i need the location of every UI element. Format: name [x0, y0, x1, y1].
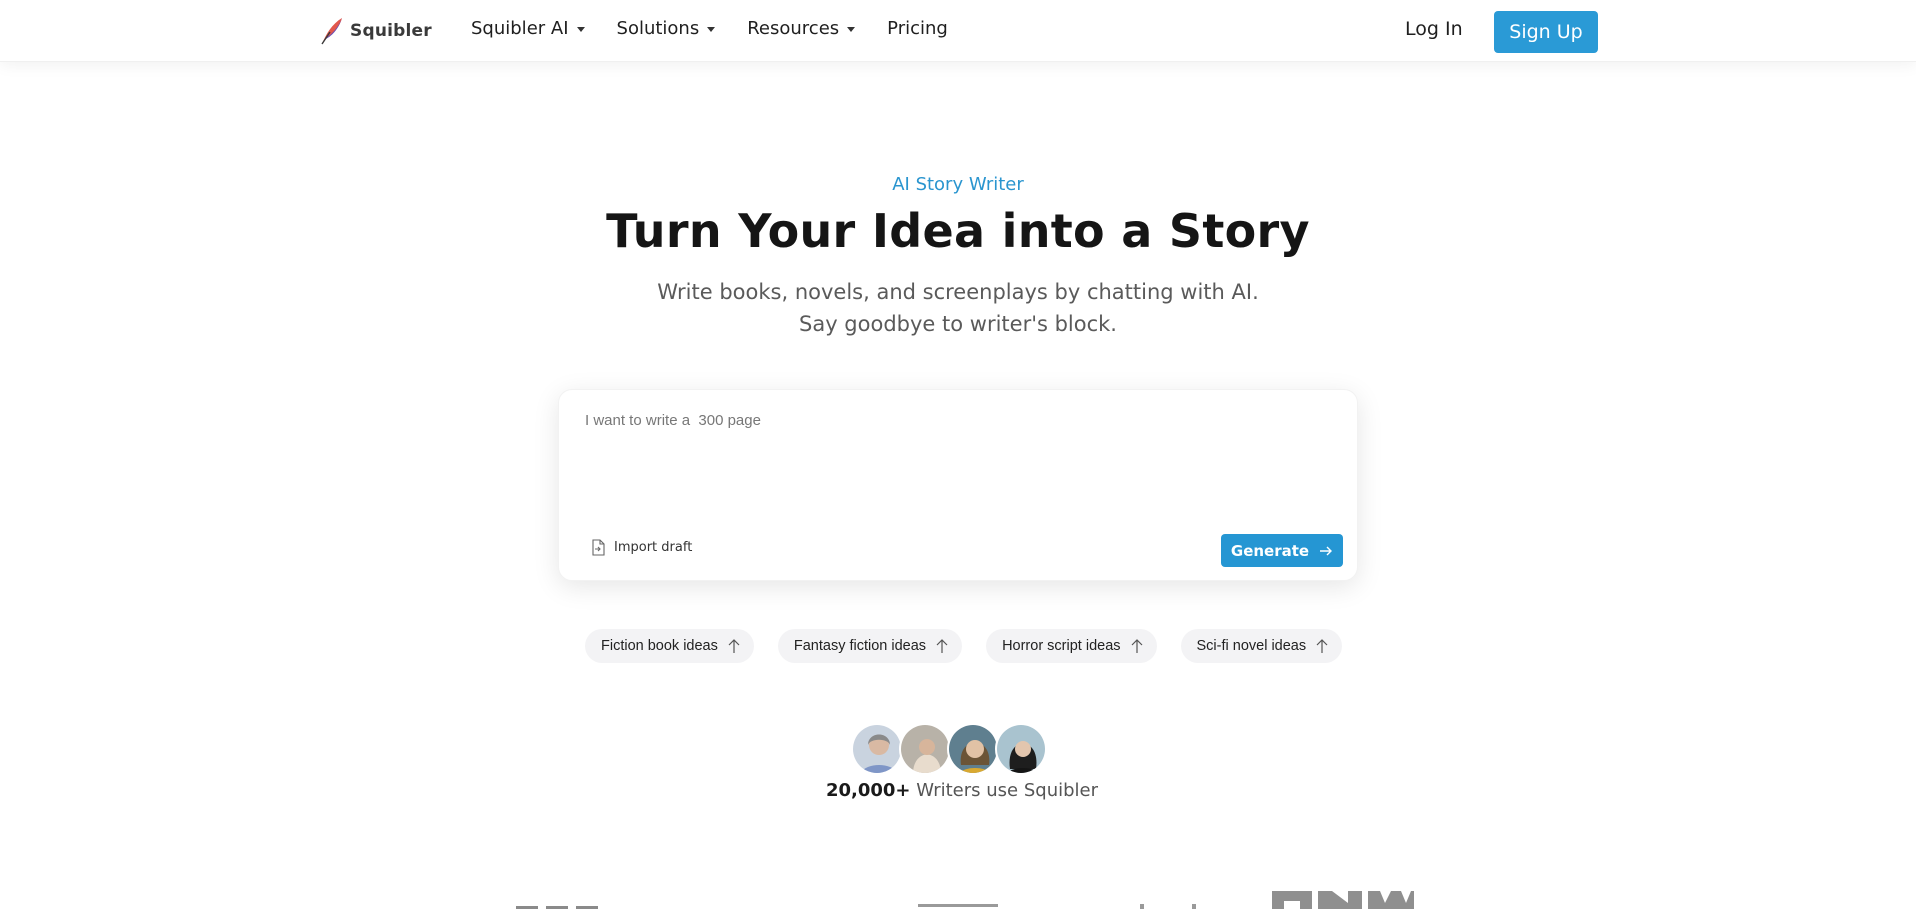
avatar — [947, 723, 999, 775]
logo[interactable]: Squibler — [318, 16, 432, 46]
main-nav: Squibler AI Solutions Resources Pricing — [471, 18, 980, 39]
nav-item-label: Pricing — [887, 18, 948, 39]
nav-item-squibler-ai[interactable]: Squibler AI — [471, 18, 585, 39]
logo-text: Squibler — [350, 21, 432, 41]
caret-down-icon — [847, 27, 856, 32]
nav-item-label: Solutions — [616, 18, 700, 39]
nav-item-resources[interactable]: Resources — [747, 18, 856, 39]
prompt-card: I want to write a 300 page Import draft … — [558, 389, 1358, 581]
press-logo-image — [918, 904, 998, 907]
suggestion-chip[interactable]: Horror script ideas — [986, 629, 1157, 663]
writers-count: 20,000+ — [825, 780, 911, 801]
writer-avatars — [851, 723, 1047, 775]
avatar — [995, 723, 1047, 775]
suggestion-chip[interactable]: Sci-fi novel ideas — [1180, 629, 1343, 663]
avatar — [899, 723, 951, 775]
arrow-up-icon — [1131, 639, 1142, 653]
feather-logo-icon — [321, 18, 342, 45]
suggestion-chips: Fiction book ideas Fantasy fiction ideas… — [585, 629, 1343, 663]
hero-subtitle: Write books, novels, and screenplays by … — [657, 280, 1259, 336]
arrow-up-icon — [936, 639, 948, 653]
nav-item-pricing[interactable]: Pricing — [887, 18, 948, 39]
avatar — [851, 723, 903, 775]
suggestion-chip[interactable]: Fantasy fiction ideas — [777, 629, 963, 663]
arrow-right-icon — [1320, 546, 1333, 555]
writers-label: Writers use Squibler — [910, 780, 1099, 801]
suggestion-chip[interactable]: Fiction book ideas — [585, 629, 754, 663]
signup-button[interactable]: Sign Up — [1494, 11, 1598, 53]
arrow-up-icon — [1316, 639, 1328, 653]
press-logo-image — [1140, 904, 1196, 909]
import-draft-button[interactable]: Import draft — [591, 539, 692, 556]
page-title: Turn Your Idea into a Story — [606, 204, 1310, 258]
suggestion-label: Sci-fi novel ideas — [1196, 638, 1307, 654]
tnw-logo-image — [1272, 891, 1414, 909]
nav-item-label: Squibler AI — [471, 18, 569, 39]
arrow-up-icon — [728, 639, 740, 653]
suggestion-label: Fiction book ideas — [601, 638, 718, 654]
nav-item-label: Resources — [747, 18, 840, 39]
file-import-icon — [592, 539, 605, 556]
story-prompt-input[interactable]: I want to write a 300 page — [585, 412, 1325, 492]
caret-down-icon — [576, 27, 585, 32]
suggestion-label: Horror script ideas — [1002, 638, 1121, 654]
press-logos — [0, 888, 1916, 909]
login-link[interactable]: Log In — [1405, 18, 1463, 40]
site-header: Squibler Squibler AI Solutions Resources… — [0, 0, 1916, 62]
caret-down-icon — [707, 27, 716, 32]
hero-eyebrow: AI Story Writer — [892, 174, 1024, 195]
nav-item-solutions[interactable]: Solutions — [617, 18, 716, 39]
generate-button[interactable]: Generate — [1221, 534, 1343, 567]
import-draft-label: Import draft — [614, 540, 693, 555]
suggestion-label: Fantasy fiction ideas — [793, 638, 927, 654]
writers-count-text: 20,000+ Writers use Squibler — [0, 780, 1916, 801]
generate-label: Generate — [1230, 541, 1310, 560]
